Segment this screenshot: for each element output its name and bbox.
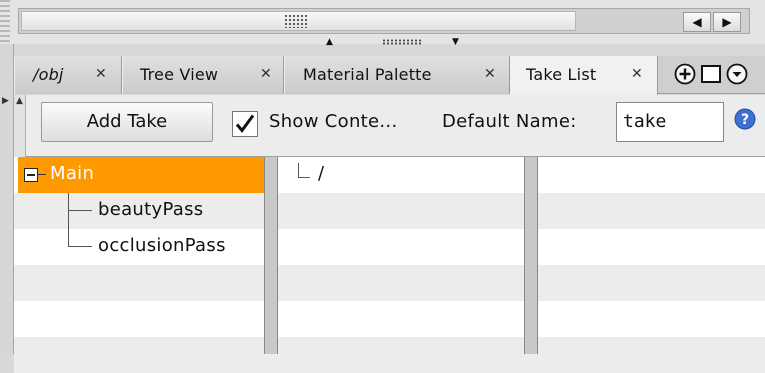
tree-connector (68, 246, 92, 247)
add-pane-icon[interactable] (674, 63, 696, 85)
tree-item-occlusionpass[interactable]: occlusionPass (98, 235, 226, 256)
contents-pane: / (278, 157, 524, 354)
tree-connector (38, 174, 46, 175)
take-list-panes: Main beautyPass occlusionPass / (14, 157, 765, 373)
tab-obj[interactable]: /obj ✕ (14, 56, 122, 94)
show-contents-label: Show Conte... (269, 111, 398, 132)
top-scroll-area: ◀ ▶ ▲ ▼ (0, 0, 765, 47)
tab-label: Take List (526, 65, 597, 84)
arrow-up-icon[interactable]: ▲ (326, 36, 333, 48)
tree-connector (68, 210, 92, 211)
contents-path[interactable]: / (318, 163, 324, 184)
tab-material-palette[interactable]: Material Palette ✕ (284, 56, 510, 94)
default-name-label: Default Name: (442, 111, 577, 132)
checkmark-icon (235, 114, 255, 133)
pane-divider[interactable] (524, 157, 538, 354)
arrow-up-icon[interactable]: ▲ (16, 96, 23, 106)
collapse-icon[interactable] (24, 168, 38, 182)
close-icon[interactable]: ✕ (260, 66, 272, 82)
arrow-right-icon[interactable]: ▶ (2, 96, 9, 106)
help-icon[interactable]: ? (734, 108, 756, 130)
grip-icon (284, 14, 308, 28)
menu-icon[interactable] (726, 63, 748, 85)
horizontal-scrollbar[interactable]: ◀ ▶ (18, 8, 750, 34)
tab-take-list[interactable]: Take List ✕ (510, 56, 658, 95)
tab-label: Tree View (140, 65, 219, 84)
svg-text:?: ? (741, 112, 749, 128)
close-icon[interactable]: ✕ (95, 66, 107, 82)
close-icon[interactable]: ✕ (484, 66, 496, 82)
close-icon[interactable]: ✕ (631, 66, 643, 82)
pane-divider[interactable] (264, 157, 278, 354)
scrollbar-thumb[interactable] (21, 11, 576, 31)
tab-label: /obj (33, 65, 64, 84)
left-edge: ▶ (0, 44, 14, 354)
show-contents-checkbox[interactable] (232, 111, 258, 137)
take-tree: Main beautyPass occlusionPass (14, 157, 264, 354)
add-take-button[interactable]: Add Take (41, 102, 213, 142)
take-toolbar: ▲ Add Take Show Conte... Default Name: t… (14, 95, 765, 157)
scroll-left-button[interactable]: ◀ (683, 12, 711, 32)
tree-item-main[interactable]: Main (18, 157, 264, 193)
arrow-down-icon[interactable]: ▼ (452, 36, 459, 48)
arrow-left-icon: ◀ (692, 15, 702, 29)
tree-connector (298, 177, 310, 178)
tab-tree-view[interactable]: Tree View ✕ (122, 56, 284, 94)
scroll-right-button[interactable]: ▶ (713, 12, 741, 32)
tree-connector (298, 163, 299, 177)
grip-icon[interactable] (382, 39, 422, 45)
maximize-icon[interactable] (700, 63, 722, 85)
tree-item-label: Main (50, 163, 95, 184)
tab-bar: /obj ✕ Tree View ✕ Material Palette ✕ Ta… (14, 56, 765, 95)
details-pane (538, 157, 765, 354)
arrow-right-icon: ▶ (722, 15, 732, 29)
tree-connector (68, 193, 69, 246)
default-name-input[interactable]: take (616, 102, 724, 142)
tab-label: Material Palette (303, 65, 432, 84)
toolbar-handle[interactable]: ▲ (14, 95, 26, 157)
tree-item-beautypass[interactable]: beautyPass (98, 199, 203, 220)
pane-splitter[interactable]: ▲ ▼ (0, 36, 765, 48)
